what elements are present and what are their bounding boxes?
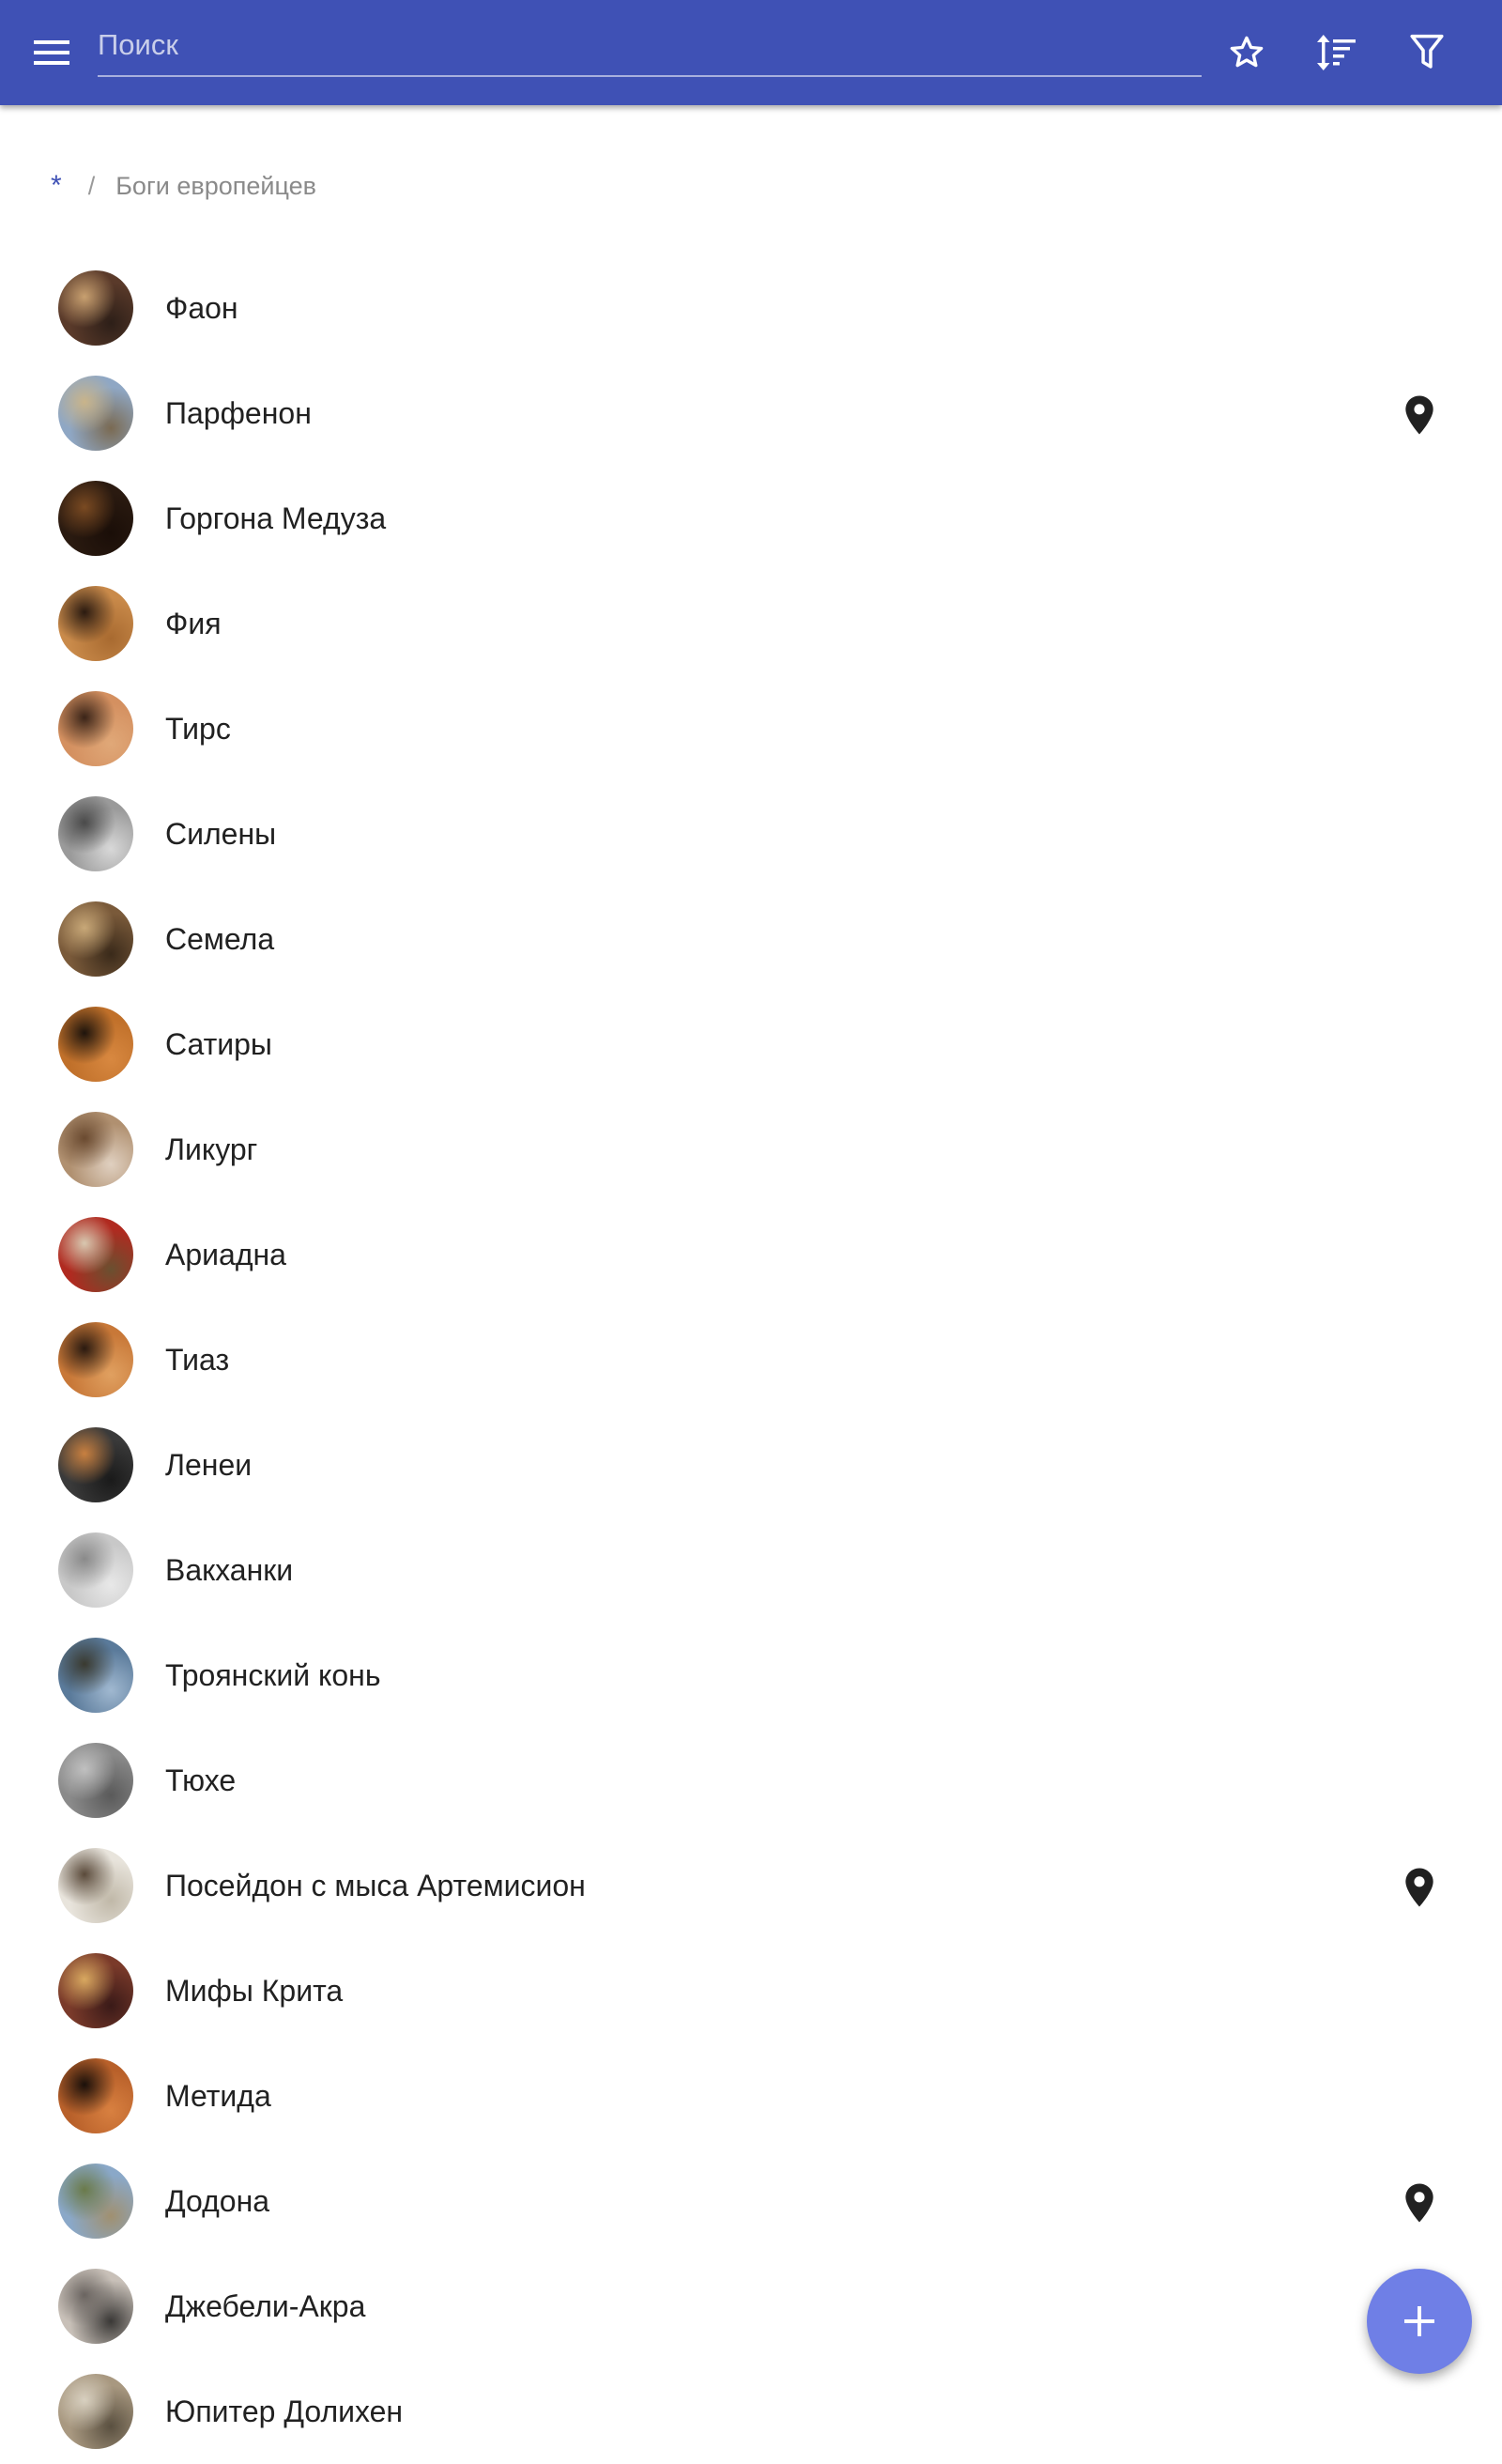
- favorites-button[interactable]: [1215, 19, 1279, 86]
- item-thumbnail: [58, 2269, 133, 2344]
- list-item[interactable]: Додона: [0, 2148, 1502, 2254]
- item-thumbnail: [58, 1743, 133, 1818]
- filter-icon: [1410, 34, 1444, 69]
- plus-icon: [1404, 2306, 1434, 2336]
- breadcrumb-root[interactable]: *: [51, 170, 62, 202]
- star-outline-icon: [1230, 36, 1264, 68]
- filter-button[interactable]: [1395, 19, 1459, 86]
- list-item[interactable]: Горгона Медуза: [0, 466, 1502, 571]
- item-thumbnail: [58, 1112, 133, 1187]
- item-label: Сатиры: [165, 1027, 272, 1061]
- list-item[interactable]: Сатиры: [0, 992, 1502, 1097]
- item-label: Фаон: [165, 291, 238, 325]
- item-label: Силены: [165, 817, 277, 851]
- item-label: Мифы Крита: [165, 1974, 344, 2008]
- item-label: Посейдон с мыса Артемисион: [165, 1869, 586, 1902]
- search-field[interactable]: [98, 17, 1202, 77]
- item-thumbnail: [58, 1217, 133, 1292]
- list-item[interactable]: Силены: [0, 781, 1502, 886]
- item-thumbnail: [58, 1848, 133, 1923]
- item-thumbnail: [58, 691, 133, 766]
- item-thumbnail: [58, 270, 133, 346]
- item-label: Фия: [165, 607, 222, 640]
- item-label: Метида: [165, 2079, 271, 2113]
- location-pin-icon[interactable]: [1402, 1867, 1436, 1908]
- list-item[interactable]: Парфенон: [0, 361, 1502, 466]
- breadcrumb-separator: /: [87, 171, 96, 200]
- list-item[interactable]: Ликург: [0, 1097, 1502, 1202]
- menu-button[interactable]: [19, 21, 86, 85]
- item-label: Тирс: [165, 712, 231, 746]
- item-label: Горгона Медуза: [165, 501, 387, 535]
- list-item[interactable]: Вакханки: [0, 1517, 1502, 1623]
- sort-icon: [1317, 35, 1356, 70]
- list-item[interactable]: Фия: [0, 571, 1502, 676]
- item-label: Парфенон: [165, 396, 312, 430]
- list-item[interactable]: Ленеи: [0, 1412, 1502, 1517]
- item-label: Юпитер Долихен: [165, 2395, 404, 2428]
- list-item[interactable]: Ариадна: [0, 1202, 1502, 1307]
- item-list: Фаон Парфенон Горгона Медуза Фия Тирс Силены С…: [0, 255, 1502, 2464]
- item-label: Тюхе: [165, 1763, 237, 1797]
- breadcrumb-current: Боги европейцев: [115, 171, 317, 200]
- item-label: Троянский конь: [165, 1658, 381, 1692]
- list-item[interactable]: Посейдон с мыса Артемисион: [0, 1833, 1502, 1938]
- item-label: Джебели-Акра: [165, 2289, 366, 2323]
- item-thumbnail: [58, 481, 133, 556]
- item-thumbnail: [58, 1007, 133, 1082]
- list-item[interactable]: Фаон: [0, 255, 1502, 361]
- add-button[interactable]: [1367, 2269, 1472, 2374]
- menu-icon: [34, 40, 69, 65]
- item-label: Ленеи: [165, 1448, 253, 1482]
- item-thumbnail: [58, 376, 133, 451]
- item-thumbnail: [58, 1427, 133, 1502]
- item-label: Вакханки: [165, 1553, 294, 1587]
- item-thumbnail: [58, 586, 133, 661]
- item-label: Додона: [165, 2184, 270, 2218]
- item-thumbnail: [58, 1322, 133, 1397]
- item-thumbnail: [58, 901, 133, 977]
- item-label: Ариадна: [165, 1238, 286, 1271]
- location-pin-icon[interactable]: [1402, 2182, 1436, 2224]
- item-thumbnail: [58, 1532, 133, 1608]
- list-item[interactable]: Тирс: [0, 676, 1502, 781]
- item-thumbnail: [58, 1953, 133, 2028]
- item-label: Семела: [165, 922, 275, 956]
- item-thumbnail: [58, 2058, 133, 2133]
- location-pin-icon[interactable]: [1402, 394, 1436, 436]
- item-label: Ликург: [165, 1132, 258, 1166]
- breadcrumb: * / Боги европейцев: [51, 167, 316, 205]
- list-item[interactable]: Семела: [0, 886, 1502, 992]
- item-label: Тиаз: [165, 1343, 230, 1377]
- list-item[interactable]: Троянский конь: [0, 1623, 1502, 1728]
- item-thumbnail: [58, 1638, 133, 1713]
- list-item[interactable]: Тиаз: [0, 1307, 1502, 1412]
- search-input[interactable]: [98, 17, 1202, 73]
- list-item[interactable]: Метида: [0, 2043, 1502, 2148]
- list-item[interactable]: Тюхе: [0, 1728, 1502, 1833]
- list-item[interactable]: Юпитер Долихен: [0, 2359, 1502, 2464]
- app-bar: [0, 0, 1502, 105]
- list-item[interactable]: Мифы Крита: [0, 1938, 1502, 2043]
- list-item[interactable]: Джебели-Акра: [0, 2254, 1502, 2359]
- item-thumbnail: [58, 2374, 133, 2449]
- item-thumbnail: [58, 2164, 133, 2239]
- item-thumbnail: [58, 796, 133, 871]
- sort-button[interactable]: [1305, 19, 1369, 86]
